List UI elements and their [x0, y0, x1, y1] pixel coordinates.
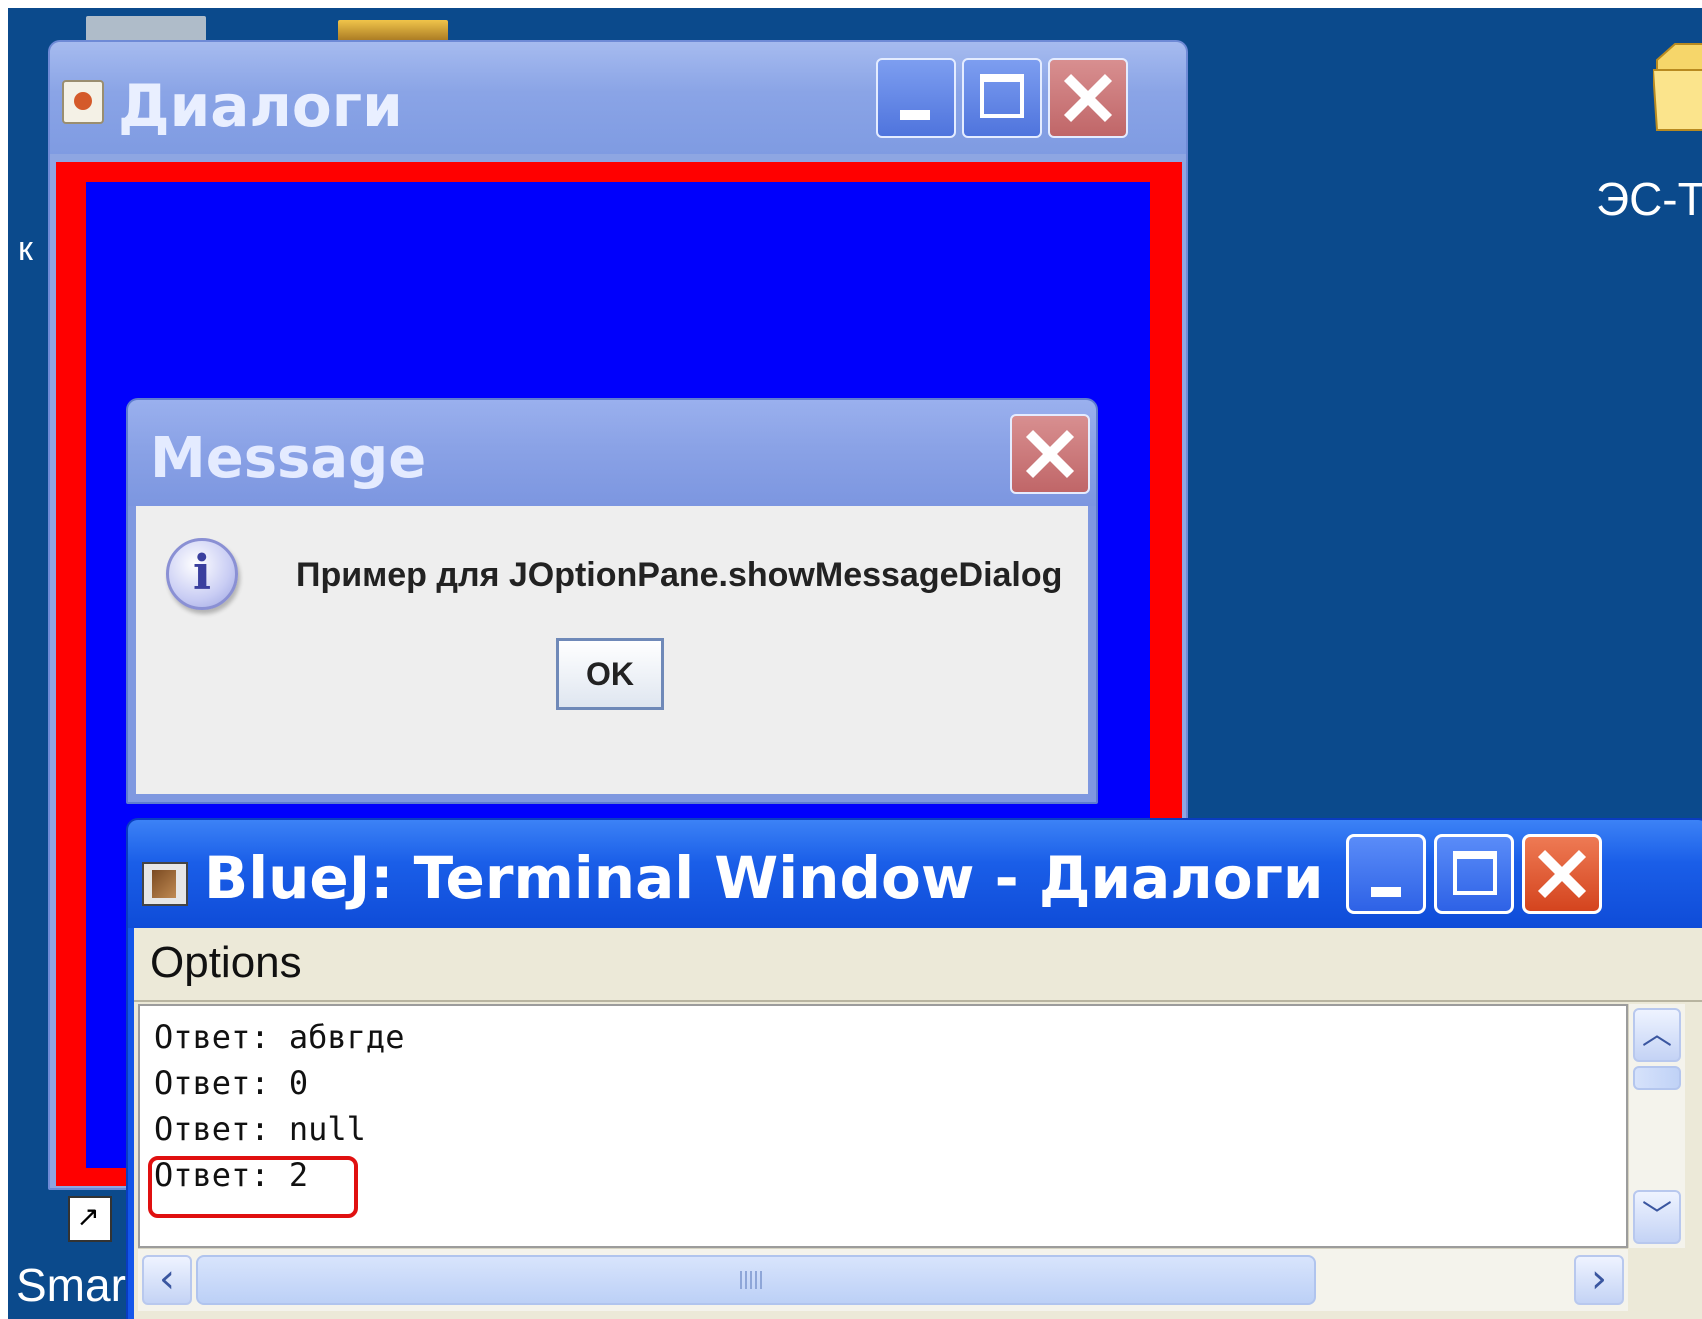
- info-icon-glyph: i: [192, 545, 212, 601]
- desktop-label-fragment: к: [18, 230, 33, 268]
- scroll-grip-icon: [740, 1271, 764, 1289]
- vertical-scrollbar[interactable]: ︿ ﹀: [1628, 1004, 1685, 1248]
- minimize-icon: [1371, 887, 1401, 897]
- message-dialog-body: i Пример для JOptionPane.showMessageDial…: [136, 506, 1088, 794]
- java-coffee-icon[interactable]: [62, 80, 104, 124]
- dialog-close-button[interactable]: [1010, 414, 1090, 494]
- message-dialog-title: Message: [150, 426, 427, 491]
- desktop-folder-label[interactable]: ЭС-Т: [1596, 172, 1702, 226]
- terminal-menu-bar: Options: [134, 928, 1702, 1002]
- scroll-up-button[interactable]: ︿: [1633, 1008, 1681, 1062]
- output-line: Ответ: 0: [154, 1064, 309, 1102]
- ok-button[interactable]: OK: [556, 638, 664, 710]
- desktop: ЭС-Т к ↗ Smar Диалоги Message i Пример д…: [8, 8, 1702, 1319]
- terminal-window-title: BlueJ: Terminal Window - Диалоги 1: [204, 844, 1385, 912]
- vertical-scroll-thumb[interactable]: [1633, 1066, 1681, 1090]
- horizontal-scroll-thumb[interactable]: [196, 1255, 1316, 1305]
- terminal-maximize-button[interactable]: [1434, 834, 1514, 914]
- maximize-icon: [1453, 851, 1497, 895]
- desktop-shortcut-label[interactable]: Smar: [16, 1258, 126, 1312]
- terminal-window-titlebar[interactable]: BlueJ: Terminal Window - Диалоги 1: [128, 820, 1702, 928]
- dialogs-window-title: Диалоги: [118, 72, 403, 140]
- folder-icon[interactable]: [1653, 30, 1702, 142]
- horizontal-scrollbar[interactable]: ‹ ›: [138, 1248, 1628, 1311]
- message-dialog-titlebar[interactable]: Message: [128, 400, 1096, 506]
- terminal-window-body: Options Ответ: абвгде Ответ: 0 Ответ: nu…: [134, 928, 1702, 1319]
- shortcut-arrow-icon: ↗: [76, 1200, 100, 1233]
- maximize-button[interactable]: [962, 58, 1042, 138]
- close-icon: [1012, 416, 1088, 492]
- minimize-icon: [900, 110, 930, 120]
- close-button[interactable]: [1048, 58, 1128, 138]
- terminal-minimize-button[interactable]: [1346, 834, 1426, 914]
- info-icon: i: [166, 538, 238, 610]
- terminal-close-button[interactable]: [1522, 834, 1602, 914]
- chevron-left-icon: ‹: [159, 1256, 175, 1302]
- scroll-left-button[interactable]: ‹: [142, 1255, 192, 1305]
- scroll-right-button[interactable]: ›: [1574, 1255, 1624, 1305]
- shortcut-icon[interactable]: ↗: [68, 1196, 112, 1242]
- chevron-right-icon: ›: [1591, 1256, 1607, 1302]
- output-line: Ответ: абвгде: [154, 1018, 405, 1056]
- chevron-up-icon: ︿: [1642, 1017, 1672, 1052]
- dialogs-window-titlebar[interactable]: Диалоги: [50, 42, 1186, 154]
- terminal-output[interactable]: Ответ: абвгде Ответ: 0 Ответ: null Ответ…: [138, 1004, 1628, 1248]
- terminal-window: BlueJ: Terminal Window - Диалоги 1 Optio…: [126, 818, 1702, 1319]
- minimize-button[interactable]: [876, 58, 956, 138]
- scrollbar-corner: [1628, 1248, 1684, 1310]
- menu-item-options[interactable]: Options: [150, 938, 302, 988]
- scroll-down-button[interactable]: ﹀: [1633, 1190, 1681, 1244]
- chevron-down-icon: ﹀: [1642, 1199, 1672, 1234]
- close-icon: [1525, 837, 1599, 911]
- maximize-icon: [980, 74, 1024, 118]
- message-text: Пример для JOptionPane.showMessageDialog: [296, 556, 1063, 594]
- bluej-bird-icon[interactable]: [142, 862, 188, 906]
- close-icon: [1050, 60, 1126, 136]
- output-line: Ответ: null: [154, 1110, 366, 1148]
- message-dialog: Message i Пример для JOptionPane.showMes…: [126, 398, 1098, 804]
- highlight-annotation: [148, 1156, 358, 1218]
